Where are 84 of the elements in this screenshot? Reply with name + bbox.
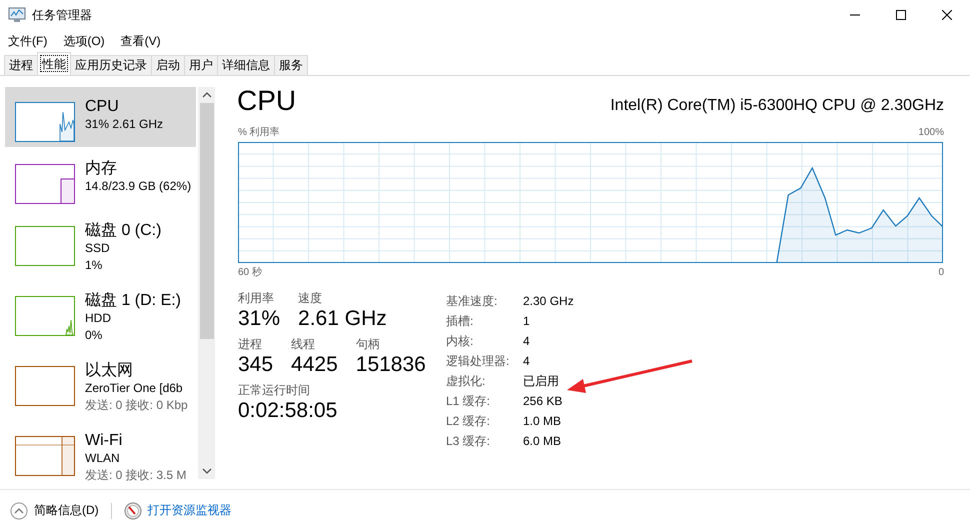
device-detail: 发送: 0 接收: 0 Kbp: [85, 397, 188, 414]
stat-label: 进程: [238, 336, 263, 352]
spec-value: 1: [523, 313, 531, 329]
spec-value: 已启用: [523, 373, 560, 389]
stat-value: 4425: [291, 352, 338, 378]
spec-value: 256 KB: [523, 393, 564, 409]
tab[interactable]: 性能: [37, 52, 71, 75]
spec-label: 虚拟化:: [446, 373, 486, 389]
spec-value: 6.0 MB: [523, 433, 562, 449]
device-name: 磁盘 1 (D: E:): [85, 291, 182, 310]
device-name: Wi-Fi: [85, 431, 124, 450]
sidebar-item[interactable]: 以太网 ZeroTier One [d6b 发送: 0 接收: 0 Kbp: [5, 356, 196, 419]
tab[interactable]: 详细信息: [217, 55, 275, 75]
device-detail: 31% 2.61 GHz: [85, 116, 164, 133]
tab[interactable]: 用户: [184, 55, 218, 75]
device-detail: SSD: [85, 240, 111, 257]
stat-value: 151836: [356, 352, 426, 378]
tab[interactable]: 应用历史记录: [70, 55, 152, 75]
stat-value: 2.61 GHz: [298, 306, 387, 332]
graph-icon: [15, 226, 75, 266]
scroll-up-icon[interactable]: [202, 92, 212, 98]
sidebar-item[interactable]: 磁盘 0 (C:) SSD 1%: [5, 216, 196, 279]
stat-value: 31%: [238, 306, 280, 332]
stat-label: 速度: [298, 290, 324, 306]
spec-value: 1.0 MB: [523, 413, 562, 429]
spec-label: 基准速度:: [446, 293, 498, 309]
device-name: 磁盘 0 (C:): [85, 221, 162, 240]
device-name: 内存: [85, 159, 118, 178]
gauge-icon: [124, 502, 142, 520]
fewer-details-button[interactable]: 简略信息(D): [34, 502, 99, 519]
sidebar-item[interactable]: 磁盘 1 (D: E:) HDD 0%: [5, 286, 196, 349]
graph-icon: [15, 436, 75, 476]
menu-item[interactable]: 查看(V): [120, 32, 161, 50]
spec-label: 逻辑处理器:: [446, 353, 510, 369]
device-name: CPU: [85, 97, 120, 116]
graph-icon: [15, 102, 75, 142]
menu-item[interactable]: 文件(F): [8, 32, 48, 50]
max-scale-label: 100%: [918, 126, 944, 138]
sidebar-item[interactable]: Wi-Fi WLAN 发送: 0 接收: 3.5 M: [5, 426, 196, 489]
device-detail: 1%: [85, 257, 104, 274]
y-axis-label: % 利用率: [238, 126, 280, 139]
time-span-label: 60 秒: [238, 266, 262, 279]
close-icon: [942, 10, 952, 20]
menu-item[interactable]: 选项(O): [63, 32, 105, 50]
device-detail: ZeroTier One [d6b: [85, 380, 184, 397]
spec-label: L2 缓存:: [446, 413, 492, 429]
stat-label: 线程: [291, 336, 316, 352]
device-detail: WLAN: [85, 450, 121, 467]
collapse-icon[interactable]: [10, 502, 28, 520]
device-detail: 14.8/23.9 GB (62%): [85, 178, 192, 195]
spec-label: 内核:: [446, 333, 474, 349]
processor-model: Intel(R) Core(TM) i5-6300HQ CPU @ 2.30GHz: [610, 97, 944, 115]
spec-value: 4: [523, 333, 531, 349]
sidebar-item[interactable]: 内存 14.8/23.9 GB (62%): [5, 154, 196, 209]
tab[interactable]: 服务: [274, 55, 308, 75]
scroll-thumb[interactable]: [200, 103, 214, 339]
tab[interactable]: 启动: [151, 55, 185, 75]
tab[interactable]: 进程: [4, 55, 38, 75]
sidebar-item[interactable]: CPU 31% 2.61 GHz: [5, 87, 196, 147]
maximize-icon: [896, 10, 906, 20]
monitor-icon: [8, 7, 26, 23]
spec-label: 插槽:: [446, 313, 474, 329]
stat-value: 345: [238, 352, 274, 378]
scroll-down-icon[interactable]: [202, 468, 212, 474]
window-title: 任务管理器: [32, 6, 92, 24]
device-detail: HDD: [85, 310, 112, 327]
graph-icon: [15, 164, 75, 204]
device-detail: 0%: [85, 327, 104, 344]
graph-icon: [15, 296, 75, 336]
scrollbar[interactable]: [198, 87, 215, 479]
spec-label: L1 缓存:: [446, 393, 492, 409]
spec-value: 4: [523, 353, 531, 369]
graph-icon: [15, 366, 75, 406]
device-detail: 发送: 0 接收: 3.5 M: [85, 467, 186, 484]
stat-label: 句柄: [356, 336, 381, 352]
time-end-label: 0: [938, 266, 944, 278]
stat-value: 0:02:58:05: [238, 398, 338, 424]
spec-label: L3 缓存:: [446, 433, 492, 449]
stat-label: 利用率: [238, 290, 275, 306]
panel-title: CPU: [237, 84, 296, 118]
resource-monitor-link[interactable]: 打开资源监视器: [148, 502, 232, 519]
stat-label: 正常运行时间: [238, 382, 311, 398]
device-name: 以太网: [85, 361, 134, 380]
spec-value: 2.30 GHz: [523, 293, 574, 309]
